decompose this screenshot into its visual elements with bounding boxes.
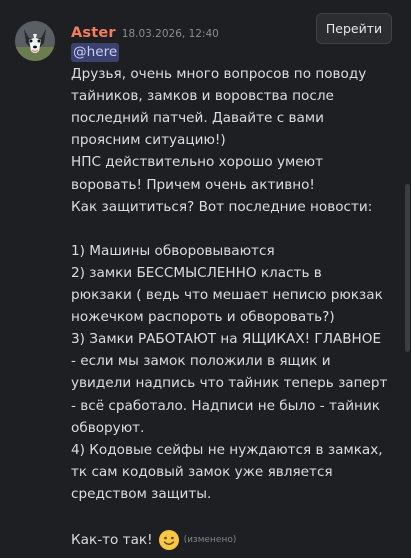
message-line: воровать! Причем очень активно! [71,176,315,193]
message-line: последний патчей. Давайте с вами [71,110,324,127]
message-header: Aster 18.03.2026, 12:40 [71,22,219,42]
message-line: тк сам кодовый замок уже является [71,463,333,480]
message-lines: Друзья, очень много вопросов по поводу та… [71,63,401,527]
message-line: 2) замки БЕССМЫСЛЕННО класть в [71,264,322,281]
message-line: - если мы замок положили в ящик и [71,353,331,370]
message-line: 1) Машины обворовываются [71,242,275,259]
chat-message: Aster 18.03.2026, 12:40 Перейти @here Дру… [0,0,403,555]
closing-text: Как-то так! [71,532,153,549]
message-line: НПС действительно хорошо умеют [71,154,324,171]
message-content: @here Друзья, очень много вопросов по по… [71,41,401,553]
message-line: рюкзаки ( ведь что мешает неписю рюкзак [71,287,383,304]
message-line: - всё сработало. Надписи не было - тайни… [71,397,380,414]
message-line: 4) Кодовые сейфы не нуждаются в замках, [71,441,383,458]
smiling-face-icon [158,529,180,551]
message-line: средством защиты. [71,485,212,502]
message-timestamp: 18.03.2026, 12:40 [121,28,219,40]
jump-button[interactable]: Перейти [316,13,392,44]
message-line: ножечком распороть и обворовать?) [71,309,335,326]
author-name[interactable]: Aster [71,25,116,41]
message-line: Как защититься? Вот последние новости: [71,198,373,215]
avatar[interactable] [15,21,55,61]
message-last-line: Как-то так! (изменено) [71,527,401,553]
edited-label: (изменено) [183,535,237,546]
message-line: обворуют. [71,419,145,436]
scrollbar-thumb[interactable] [405,184,410,352]
message-line: 3) Замки РАБОТАЮТ на ЯЩИКАХ! ГЛАВНОЕ [71,331,382,348]
mention-here[interactable]: @here [71,43,120,62]
husky-avatar-icon [15,21,55,61]
message-line: тайников, замков и воровства после [71,88,334,105]
message-line: проясним ситуацию!) [71,132,226,149]
message-line: Друзья, очень много вопросов по поводу [71,66,367,83]
message-line: увидели надпись что тайник теперь заперт [71,375,388,392]
